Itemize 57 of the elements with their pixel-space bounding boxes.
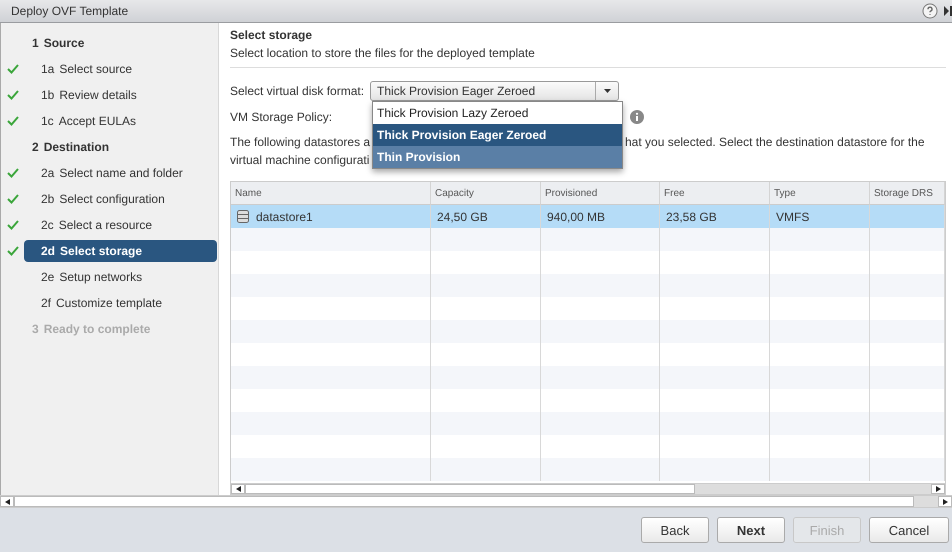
window-title: Deploy OVF Template bbox=[11, 4, 128, 18]
caret-icon bbox=[604, 89, 611, 93]
step-item[interactable]: 1b Review details bbox=[24, 84, 217, 106]
check-icon bbox=[6, 220, 18, 230]
column-header[interactable]: Capacity bbox=[431, 182, 541, 205]
page-title: Select storage bbox=[230, 28, 314, 42]
scroll-left-icon[interactable] bbox=[4, 498, 10, 504]
check-icon bbox=[6, 246, 18, 256]
table-cell: VMFS bbox=[776, 210, 810, 224]
check-icon bbox=[6, 168, 18, 178]
description-text: hat you selected. Select the destination datastore for the bbox=[625, 134, 926, 151]
scrollbar-thumb[interactable] bbox=[14, 496, 914, 507]
table-cell: 23,58 GB bbox=[666, 210, 717, 224]
column-header[interactable]: Free bbox=[660, 182, 770, 205]
column-header[interactable]: Type bbox=[770, 182, 870, 205]
check-icon bbox=[6, 116, 18, 126]
table-cell: 940,00 MB bbox=[547, 210, 606, 224]
check-icon bbox=[6, 194, 18, 204]
scrollbar-thumb[interactable] bbox=[245, 484, 695, 494]
database-icon bbox=[237, 210, 249, 223]
step-heading: 3 Ready to complete bbox=[31, 321, 152, 338]
step-item[interactable]: 2f Customize template bbox=[24, 292, 217, 314]
step-item[interactable]: 1c Accept EULAs bbox=[24, 110, 217, 132]
dialog-button[interactable]: Next bbox=[717, 517, 785, 543]
check-icon bbox=[6, 90, 18, 100]
forward-icon[interactable] bbox=[944, 6, 952, 16]
scroll-right-icon[interactable] bbox=[936, 486, 940, 492]
info-icon[interactable] bbox=[630, 110, 644, 124]
field-label: VM Storage Policy: bbox=[230, 110, 332, 124]
help-icon[interactable] bbox=[922, 3, 938, 19]
dropdown-option[interactable]: Thin Provision bbox=[373, 146, 622, 168]
table-row[interactable]: datastore1 24,50 GB 940,00 MB 23,58 GB VMFS bbox=[231, 205, 945, 228]
check-icon bbox=[6, 64, 18, 74]
dropdown-option[interactable]: Thick Provision Lazy Zeroed bbox=[373, 102, 622, 124]
step-heading: 2 Destination bbox=[31, 139, 110, 156]
dialog-button[interactable]: Cancel bbox=[869, 517, 949, 543]
table-cell: 24,50 GB bbox=[437, 210, 488, 224]
description-text: The following datastores a bbox=[230, 134, 372, 151]
step-item[interactable]: 1a Select source bbox=[24, 58, 217, 80]
column-header[interactable]: Storage DRS bbox=[870, 182, 945, 205]
scroll-left-icon[interactable] bbox=[236, 486, 240, 492]
column-header[interactable]: Provisioned bbox=[541, 182, 660, 205]
step-item[interactable]: 2a Select name and folder bbox=[24, 162, 217, 184]
step-heading: 1 Source bbox=[31, 35, 86, 52]
dialog-button[interactable]: Back bbox=[641, 517, 709, 543]
step-item[interactable]: 2e Setup networks bbox=[24, 266, 217, 288]
step-item[interactable]: 2d Select storage bbox=[24, 240, 217, 262]
disk-format-dropdown[interactable]: Thick Provision Eager Zeroed bbox=[370, 81, 620, 101]
page-subtitle: Select location to store the files for the deployed template bbox=[230, 46, 946, 68]
table-cell: datastore1 bbox=[256, 210, 313, 224]
step-item[interactable]: 2b Select configuration bbox=[24, 188, 217, 210]
description-text: virtual machine configurati bbox=[230, 152, 370, 169]
scroll-right-icon[interactable] bbox=[942, 498, 948, 504]
column-header[interactable]: Name bbox=[231, 182, 431, 205]
field-label: Select virtual disk format: bbox=[230, 84, 364, 98]
step-item[interactable]: 2c Select a resource bbox=[24, 214, 217, 236]
dropdown-option[interactable]: Thick Provision Eager Zeroed bbox=[373, 124, 622, 146]
